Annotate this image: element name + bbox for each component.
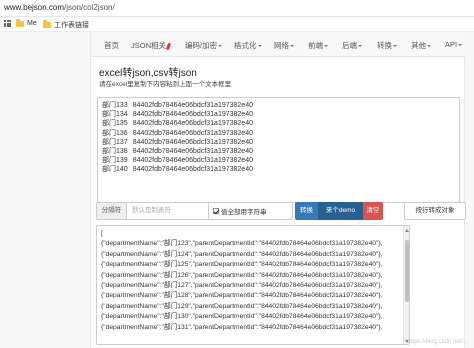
nav-label: 前端 <box>308 41 323 50</box>
bookmark-me[interactable]: Me <box>16 18 37 27</box>
output-line: {"departmentName":"部门131","parentDepartm… <box>101 323 383 331</box>
input-cell: 部门134 <box>102 111 128 119</box>
caret-down-icon <box>218 45 223 48</box>
input-line: 部门139 84402fdb78464e06bdcf31a197382e40 <box>102 156 455 165</box>
output-scrollbar[interactable] <box>403 226 409 344</box>
demo-button[interactable]: 来个demo <box>318 202 363 220</box>
input-line: 部门134 84402fdb78464e06bdcf31a197382e40 <box>102 110 455 119</box>
nav-item-backend[interactable]: 后端 <box>342 40 362 51</box>
output-line: {"departmentName":"部门128","parentDepartm… <box>101 292 383 300</box>
output-line: {"departmentName":"部门124","parentDepartm… <box>101 250 383 258</box>
caret-down-icon <box>458 44 463 47</box>
nav-item-other[interactable]: 其他 <box>411 40 431 51</box>
nav-label: 编码/加密 <box>185 41 218 50</box>
caret-down-icon <box>290 45 294 48</box>
clear-button[interactable]: 清空 <box>363 202 383 220</box>
input-cell: 部门135 <box>102 120 128 128</box>
input-cell: 部门138 <box>102 148 128 156</box>
nav-label: API <box>445 40 458 49</box>
nav-label: 转换 <box>377 41 392 50</box>
all-string-label: 值全部用字符串 <box>221 209 267 216</box>
apps-grid-icon <box>4 20 11 27</box>
convert-button[interactable]: 转换 <box>295 202 318 220</box>
scroll-up-arrow-icon[interactable] <box>405 229 409 232</box>
excel-input-textarea[interactable]: 部门133 84402fdb78464e06bdcf31a197382e40 部门… <box>97 97 460 203</box>
nav-item-json[interactable]: JSON相关 <box>131 40 172 51</box>
nav-item-network[interactable]: 网络 <box>274 40 294 51</box>
nav-item-format[interactable]: 格式化 <box>234 40 262 51</box>
input-cell: 84402fdb78464e06bdcf31a197382e40 <box>132 111 253 119</box>
input-line: 部门137 84402fdb78464e06bdcf31a197382e40 <box>102 138 455 147</box>
caret-down-icon <box>393 45 397 48</box>
address-url[interactable]: www.bejson.com/json/col2json/ <box>4 3 115 12</box>
folder-icon <box>16 18 24 27</box>
nav-item-encode[interactable]: 编码/加密 <box>185 40 223 51</box>
output-line: {"departmentName":"部门129","parentDepartm… <box>101 302 383 310</box>
top-navbar: 首页 JSON相关 编码/加密 格式化 网络 前端 后端 转换 其他 API <box>91 32 466 57</box>
input-cell: 部门139 <box>102 157 128 165</box>
output-line: {"departmentName":"部门125","parentDepartm… <box>101 261 383 269</box>
input-cell: 84402fdb78464e06bdcf31a197382e40 <box>132 166 253 174</box>
folder-icon <box>43 20 51 28</box>
nav-label: JSON相关 <box>131 41 167 50</box>
output-line: [ <box>101 230 103 237</box>
input-cell: 84402fdb78464e06bdcf31a197382e40 <box>132 102 253 109</box>
input-cell: 84402fdb78464e06bdcf31a197382e40 <box>132 120 253 128</box>
input-cell: 84402fdb78464e06bdcf31a197382e40 <box>132 138 253 146</box>
nav-label: 网络 <box>274 41 289 50</box>
input-cell: 84402fdb78464e06bdcf31a197382e40 <box>132 157 253 165</box>
row-to-object-button[interactable]: 按行转成对象 <box>404 202 466 220</box>
all-string-option[interactable]: 值全部用字符串 <box>209 202 293 220</box>
caret-down-icon <box>427 45 431 48</box>
separator-input[interactable]: 默认是制表符 <box>127 202 209 220</box>
output-line: {"departmentName":"部门127","parentDepartm… <box>101 282 383 290</box>
address-host: www.bejson.com <box>4 3 65 12</box>
nav-label: 其他 <box>411 41 426 50</box>
nav-item-home[interactable]: 首页 <box>104 40 119 51</box>
address-bar[interactable]: www.bejson.com/json/col2json/ <box>0 0 474 17</box>
bookmark-apps[interactable] <box>4 20 11 27</box>
watermark-text: https://blog.csdn.net/... <box>407 339 468 345</box>
bookmark-worksheet[interactable]: 工作表链接 <box>43 20 89 30</box>
address-path: /json/col2json/ <box>64 3 115 12</box>
input-cell: 部门133 <box>102 102 128 109</box>
input-line: 部门136 84402fdb78464e06bdcf31a197382e40 <box>102 129 455 138</box>
input-cell: 部门140 <box>102 166 128 174</box>
nav-label: 后端 <box>342 41 357 50</box>
nav-item-convert[interactable]: 转换 <box>377 40 397 51</box>
page-subtitle: 请在excel里复制下内容粘到上面一个文本框里 <box>99 81 232 88</box>
output-line: {"departmentName":"部门123","parentDepartm… <box>101 240 383 248</box>
hot-flame-icon <box>165 42 172 50</box>
page-title: excel转json,csv转json <box>99 68 197 79</box>
convert-toolbar: 分隔符 默认是制表符 值全部用字符串 转换 来个demo 清空 按行转成对象 <box>96 202 466 220</box>
input-line: 部门140 84402fdb78464e06bdcf31a197382e40 <box>102 165 455 174</box>
json-output-textarea[interactable]: [ {"departmentName":"部门123","parentDepar… <box>96 225 410 345</box>
output-line: {"departmentName":"部门130","parentDepartm… <box>101 313 383 321</box>
input-cell: 部门137 <box>102 138 128 146</box>
separator-label: 分隔符 <box>96 202 127 220</box>
bookmark-label: Me <box>27 20 37 27</box>
scroll-thumb[interactable] <box>405 240 409 302</box>
bookmark-label: 工作表链接 <box>54 22 89 29</box>
caret-down-icon <box>358 45 362 48</box>
output-line: {"departmentName":"部门126","parentDepartm… <box>101 271 383 279</box>
input-cell: 部门136 <box>102 129 128 137</box>
all-string-checkbox[interactable] <box>213 208 219 214</box>
nav-item-api[interactable]: API <box>445 40 463 49</box>
caret-down-icon <box>257 45 262 48</box>
nav-item-frontend[interactable]: 前端 <box>308 40 328 51</box>
nav-label: 首页 <box>104 41 119 50</box>
nav-label: 格式化 <box>234 41 257 50</box>
input-line: 部门133 84402fdb78464e06bdcf31a197382e40 <box>102 101 455 110</box>
input-line: 部门138 84402fdb78464e06bdcf31a197382e40 <box>102 147 455 156</box>
bookmarks-bar: Me 工作表链接 <box>0 17 474 32</box>
input-cell: 84402fdb78464e06bdcf31a197382e40 <box>132 129 253 137</box>
input-cell: 84402fdb78464e06bdcf31a197382e40 <box>132 148 253 156</box>
caret-down-icon <box>324 45 328 48</box>
input-line: 部门135 84402fdb78464e06bdcf31a197382e40 <box>102 119 455 128</box>
